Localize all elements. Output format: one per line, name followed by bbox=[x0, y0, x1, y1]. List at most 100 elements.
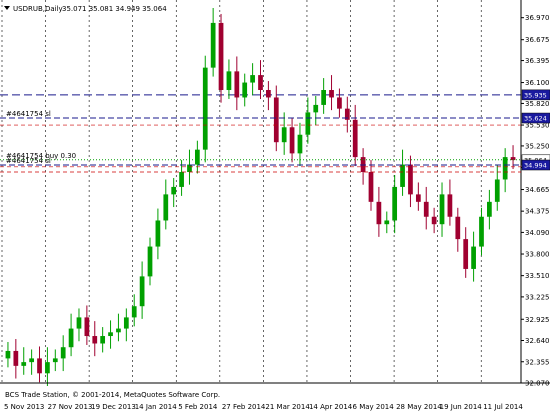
price-axis-label: 34.375 bbox=[525, 208, 550, 216]
candle-body bbox=[313, 104, 319, 113]
candle-body bbox=[392, 186, 398, 221]
candle-body bbox=[123, 317, 129, 329]
candle-body bbox=[455, 216, 461, 240]
candle-body bbox=[100, 336, 106, 344]
candle-body bbox=[487, 201, 492, 217]
candle-body bbox=[187, 164, 192, 173]
candle-body bbox=[76, 317, 82, 329]
order-price-tag: 35.624 bbox=[524, 115, 547, 123]
price-axis-label: 32.355 bbox=[525, 358, 550, 366]
candle-body bbox=[171, 186, 177, 195]
candle-body bbox=[305, 112, 311, 135]
price-axis-label: 36.970 bbox=[525, 14, 550, 22]
candle-body bbox=[289, 127, 295, 154]
chart-canvas[interactable]: 5 Nov 2013 27 Nov 201319 Dec 201314 Jan 2… bbox=[0, 0, 550, 413]
candle-body bbox=[226, 71, 232, 91]
price-axis-label: 35.820 bbox=[525, 100, 550, 108]
candle-body bbox=[258, 75, 263, 91]
price-axis-label: 34.090 bbox=[525, 229, 550, 237]
candle-body bbox=[163, 194, 169, 221]
candle-body bbox=[408, 164, 413, 195]
candle-body bbox=[266, 90, 271, 98]
chart-window[interactable]: 5 Nov 2013 27 Nov 2013 19 Dec 2013 14 Jan 2… bbox=[0, 0, 550, 413]
candle-body bbox=[194, 149, 200, 165]
candle-body bbox=[321, 90, 327, 105]
candle-body bbox=[68, 328, 74, 348]
candle-body bbox=[250, 75, 255, 83]
candle-body bbox=[92, 336, 98, 344]
price-axis-label: 36.100 bbox=[525, 79, 550, 87]
time-axis-label: 5 Feb 2014 bbox=[178, 403, 218, 411]
candle-body bbox=[45, 362, 50, 374]
time-axis-label: 28 May 2014 bbox=[396, 403, 442, 411]
price-axis-label: 33.510 bbox=[525, 272, 550, 280]
price-axis-label: 33.800 bbox=[525, 251, 550, 259]
time-axis-label: 27 Nov 2013 bbox=[48, 403, 93, 411]
price-axis-label: 36.675 bbox=[525, 36, 550, 44]
candle-body bbox=[471, 246, 476, 269]
candle-body bbox=[384, 220, 390, 225]
order-price-tag: 34.994 bbox=[524, 162, 547, 170]
price-axis-label: 32.640 bbox=[525, 337, 550, 345]
candle-body bbox=[139, 276, 145, 307]
candle-body bbox=[116, 328, 121, 333]
candle-body bbox=[234, 71, 240, 98]
candle-body bbox=[415, 194, 421, 202]
candle-body bbox=[108, 332, 113, 337]
time-axis-label: 19 Jun 2014 bbox=[440, 403, 483, 411]
candle-body bbox=[494, 179, 500, 202]
candle-body bbox=[502, 157, 508, 180]
price-axis-label: 36.395 bbox=[525, 57, 550, 65]
time-axis-label: 27 Feb 2014 bbox=[222, 403, 266, 411]
price-axis-label: 34.665 bbox=[525, 186, 550, 194]
price-axis-label: 32.925 bbox=[525, 316, 550, 324]
candle-body bbox=[218, 22, 224, 91]
candle-body bbox=[155, 220, 161, 247]
candle-body bbox=[281, 127, 287, 143]
order-label: #4641754 sl bbox=[6, 157, 51, 165]
candle-body bbox=[273, 97, 279, 143]
time-axis-label: 21 Mar 2014 bbox=[265, 403, 310, 411]
candle-body bbox=[400, 164, 405, 187]
candle-body bbox=[21, 362, 27, 366]
candle-body bbox=[13, 350, 19, 366]
candle-body bbox=[210, 22, 216, 68]
symbol-title: USDRUB,Daily bbox=[13, 5, 63, 13]
ohlc-readout: 35.071 35.081 34.949 35.064 bbox=[62, 5, 167, 13]
time-axis-label: 6 May 2014 bbox=[353, 403, 395, 411]
time-axis-label: 14 Apr 2014 bbox=[309, 403, 353, 411]
candle-body bbox=[179, 172, 184, 187]
candle-body bbox=[60, 347, 66, 359]
order-label: #4641754 sl bbox=[6, 110, 51, 118]
price-axis-label: 33.225 bbox=[525, 293, 550, 301]
candle-body bbox=[431, 216, 437, 225]
time-axis-label: 14 Jan 2014 bbox=[135, 403, 178, 411]
candle-body bbox=[337, 97, 342, 109]
time-axis-label: 11 Jul 2014 bbox=[483, 403, 523, 411]
candle-body bbox=[131, 306, 137, 318]
candle-body bbox=[423, 201, 429, 217]
candle-body bbox=[147, 246, 153, 277]
candle-body bbox=[5, 350, 11, 359]
candle-body bbox=[352, 119, 358, 158]
copyright-text: BCS Trade Station, © 2001-2014, MetaQuot… bbox=[5, 391, 220, 399]
candle-body bbox=[84, 317, 90, 337]
time-axis-label: 5 Nov 2013 bbox=[4, 403, 44, 411]
price-axis-label: 35.250 bbox=[525, 142, 550, 150]
candle-body bbox=[297, 134, 303, 154]
candle-body bbox=[329, 90, 334, 98]
candle-body bbox=[202, 67, 208, 150]
chart-background bbox=[0, 0, 550, 413]
candle-body bbox=[242, 82, 248, 98]
level-price-tag: 35.935 bbox=[524, 91, 547, 99]
candle-body bbox=[37, 358, 42, 374]
candle-body bbox=[376, 201, 382, 225]
candle-body bbox=[439, 194, 445, 225]
candle-body bbox=[29, 358, 34, 363]
candle-body bbox=[479, 216, 484, 247]
candle-body bbox=[368, 172, 374, 202]
candle-body bbox=[447, 194, 453, 217]
candle-body bbox=[463, 239, 469, 269]
time-axis-label: 19 Dec 2013 bbox=[91, 403, 136, 411]
price-axis-label: 32.070 bbox=[525, 380, 550, 388]
